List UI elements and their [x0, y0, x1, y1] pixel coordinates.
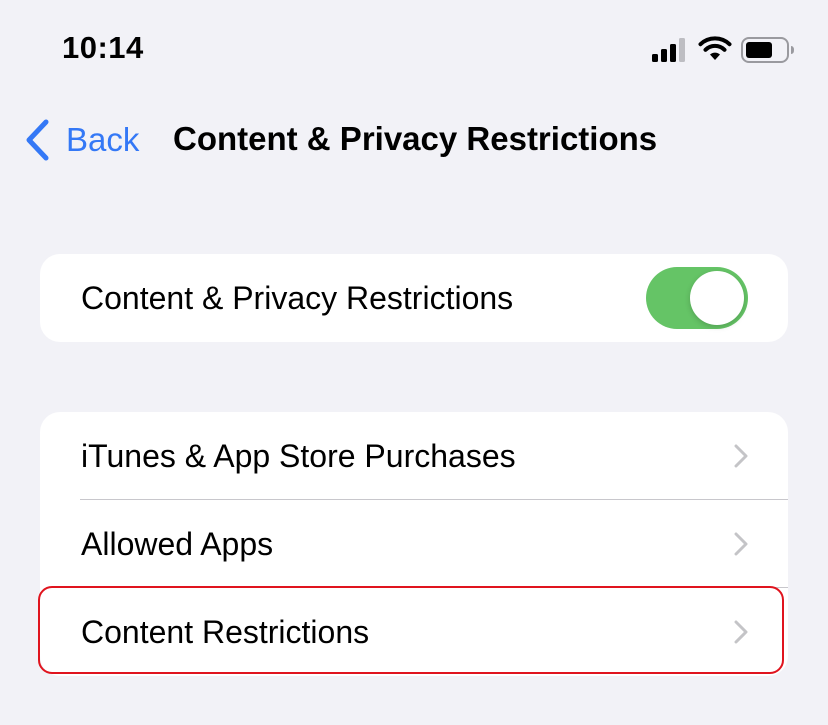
restrictions-toggle-switch[interactable] [646, 267, 748, 329]
list-item-label: Content Restrictions [81, 613, 370, 650]
list-item-itunes-app-store-purchases[interactable]: iTunes & App Store Purchases [40, 412, 788, 500]
list-item-allowed-apps[interactable]: Allowed Apps [40, 500, 788, 588]
page-title: Content & Privacy Restrictions [173, 120, 658, 157]
back-label: Back [66, 121, 140, 158]
chevron-right-icon [734, 444, 748, 468]
list-item-content-restrictions[interactable]: Content Restrictions [40, 588, 788, 676]
chevron-right-icon [734, 532, 748, 556]
cellular-signal-icon [652, 38, 685, 62]
restrictions-menu-group: iTunes & App Store Purchases Allowed App… [40, 412, 788, 676]
chevron-right-icon [734, 620, 748, 644]
restrictions-toggle-label: Content & Privacy Restrictions [81, 279, 514, 316]
status-time: 10:14 [62, 30, 144, 65]
chevron-left-icon [26, 119, 49, 161]
status-bar: 10:14 [0, 0, 828, 100]
restrictions-toggle-group: Content & Privacy Restrictions [40, 254, 788, 342]
list-item-label: Allowed Apps [81, 525, 274, 562]
battery-icon [741, 37, 794, 63]
navigation-bar: Back Content & Privacy Restrictions [0, 100, 828, 180]
wifi-icon [698, 36, 732, 60]
toggle-knob [690, 271, 744, 325]
restrictions-toggle-row: Content & Privacy Restrictions [40, 254, 788, 342]
list-item-label: iTunes & App Store Purchases [81, 437, 516, 474]
back-button[interactable]: Back [24, 118, 139, 162]
